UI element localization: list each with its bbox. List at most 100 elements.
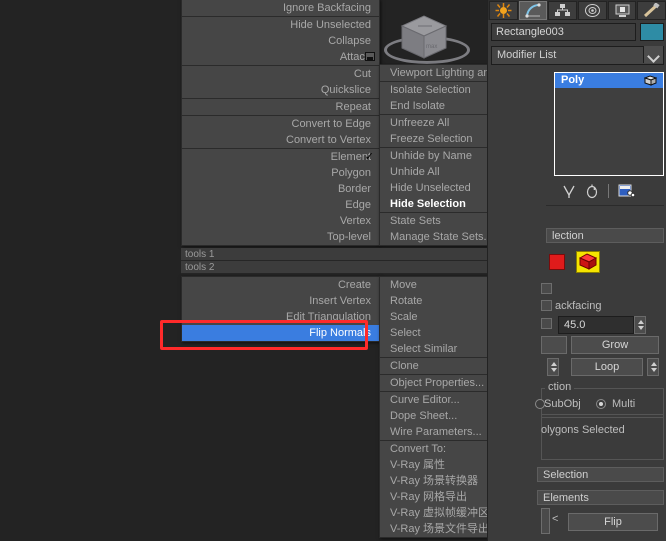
star-icon xyxy=(495,2,512,18)
svg-text:max: max xyxy=(426,44,437,50)
create-tab[interactable] xyxy=(489,0,518,20)
menu-item-label: Scale xyxy=(390,311,418,323)
grow-button[interactable]: Grow xyxy=(571,336,659,354)
checkbox-by-vertex[interactable] xyxy=(541,283,552,294)
modifier-stack-item-poly[interactable]: Poly xyxy=(555,73,663,88)
menu-item[interactable]: Hide Unselected xyxy=(182,17,379,33)
menu-item[interactable]: Create xyxy=(182,277,379,293)
angle-value-field[interactable]: 45.0 xyxy=(558,316,634,334)
edit-selection-label: Selection xyxy=(543,469,589,481)
menu-item-label: V-Ray 网格导出 xyxy=(390,491,468,503)
radio-multi[interactable] xyxy=(596,399,606,409)
utilities-tab[interactable] xyxy=(637,0,666,20)
menu-item[interactable]: Collapse xyxy=(182,33,379,49)
display-icon xyxy=(615,4,630,17)
left-menu-upper-items: Ignore Backfacing Hide Unselected Collapse… xyxy=(182,0,379,245)
menu-item[interactable]: Polygon xyxy=(182,165,379,181)
menu-item[interactable]: Flip Normals xyxy=(182,325,379,341)
modifier-list-label: Modifier List xyxy=(497,49,557,61)
subobj-label: SubObj xyxy=(544,398,581,410)
pin-stack-icon[interactable] xyxy=(562,184,576,199)
loop-spinner-left[interactable] xyxy=(547,358,559,376)
tools1-label: tools 1 xyxy=(185,249,215,260)
menu-item-label: Vertex xyxy=(339,215,371,227)
show-end-result-icon[interactable] xyxy=(585,184,599,199)
menu-item-label: Unhide by Name xyxy=(390,150,472,162)
object-name-row: Rectangle003 xyxy=(491,23,664,42)
menu-item[interactable]: Quickslice xyxy=(182,82,379,98)
command-panel: Rectangle003 Modifier List Poly lection … xyxy=(487,0,666,541)
menu-item-label: V-Ray 场景文件导出器 xyxy=(390,523,501,535)
menu-item[interactable]: Ignore Backfacing xyxy=(182,0,379,16)
command-panel-tabs[interactable] xyxy=(488,0,666,20)
flip-button[interactable]: Flip xyxy=(568,513,658,531)
menu-item[interactable]: Element ✓ xyxy=(182,149,379,165)
shrink-button[interactable] xyxy=(541,336,567,354)
menu-item-label: V-Ray 属性 xyxy=(390,459,446,471)
menu-item-label: Border xyxy=(337,183,371,195)
menu-item-label: V-Ray 场景转换器 xyxy=(390,475,479,487)
red-cube-highlight-icon[interactable] xyxy=(576,251,600,273)
quad-menu-tools-column[interactable]: Ignore Backfacing Hide Unselected Collapse… xyxy=(181,0,380,246)
menu-item[interactable]: Top-level xyxy=(182,229,379,245)
menu-item[interactable]: Attach xyxy=(182,49,379,65)
menu-item[interactable]: Convert to Edge xyxy=(182,116,379,132)
menu-item-label: Wire Parameters... xyxy=(390,426,482,438)
ignore-backfacing-label: ackfacing xyxy=(555,300,602,312)
menu-item[interactable]: Repeat xyxy=(182,99,379,115)
edit-elements-scroll-handle[interactable] xyxy=(541,508,550,534)
menu-item-label: Create xyxy=(337,279,371,291)
menu-item-label: Ignore Backfacing xyxy=(282,2,371,14)
angle-spinner[interactable] xyxy=(634,316,646,334)
menu-item[interactable]: Edit Triangulation xyxy=(182,309,379,325)
menu-item-label: Convert To: xyxy=(390,443,447,455)
checkbox-by-angle[interactable] xyxy=(541,318,552,329)
menu-item-label: Quickslice xyxy=(320,84,371,96)
menu-item-label: Isolate Selection xyxy=(390,84,471,96)
chevron-down-icon[interactable] xyxy=(643,46,663,63)
hierarchy-tab[interactable] xyxy=(548,0,578,20)
flip-row-marker: < xyxy=(552,513,559,525)
settings-dialog-icon[interactable] xyxy=(365,52,375,61)
radio-subobj[interactable] xyxy=(535,399,545,409)
modify-tab[interactable] xyxy=(518,0,548,20)
menu-item-label: Polygon xyxy=(331,167,371,179)
loop-spinner-right[interactable] xyxy=(647,358,659,376)
menu-item[interactable]: Border xyxy=(182,181,379,197)
menu-item-label: Unfreeze All xyxy=(390,117,450,129)
loop-button[interactable]: Loop xyxy=(571,358,643,376)
menu-item-label: Edge xyxy=(345,199,371,211)
motion-tab[interactable] xyxy=(578,0,607,20)
menu-item-label: Repeat xyxy=(335,101,371,113)
red-square-icon[interactable] xyxy=(549,254,565,270)
edit-elements-rollout-header[interactable]: Elements xyxy=(537,490,664,505)
check-icon: ✓ xyxy=(364,151,374,163)
menu-item-label: Convert to Edge xyxy=(291,118,372,130)
modifier-stack-toolbar[interactable] xyxy=(554,180,664,202)
menu-item[interactable]: Insert Vertex xyxy=(182,293,379,309)
selection-rollout-header[interactable]: lection xyxy=(546,228,664,243)
soft-selection-label: ction xyxy=(545,381,575,393)
menu-item-label: Convert to Vertex xyxy=(286,134,371,146)
menu-item-label: Flip Normals xyxy=(309,327,371,339)
object-color-swatch[interactable] xyxy=(640,23,664,41)
selected-info-label: olygons Selected xyxy=(541,424,625,436)
modifier-list-dropdown[interactable]: Modifier List xyxy=(491,46,664,65)
object-name-input[interactable]: Rectangle003 xyxy=(491,23,636,41)
menu-item-label: Collapse xyxy=(328,35,371,47)
quad-menu-tools2-column[interactable]: Create Insert Vertex Edit Triangulation Fli… xyxy=(181,276,380,342)
menu-item[interactable]: Cut xyxy=(182,66,379,82)
make-unique-icon[interactable] xyxy=(618,184,635,199)
edit-selection-rollout-header[interactable]: Selection xyxy=(537,467,664,482)
menu-item-label: Freeze Selection xyxy=(390,133,473,145)
checkbox-ignore-backfacing[interactable] xyxy=(541,300,552,311)
modifier-stack[interactable]: Poly xyxy=(554,72,664,176)
menu-item[interactable]: Convert to Vertex xyxy=(182,132,379,148)
menu-item-label: Edit Triangulation xyxy=(286,311,371,323)
display-tab[interactable] xyxy=(607,0,637,20)
menu-item[interactable]: Edge xyxy=(182,197,379,213)
app-window: max Ignore Backfacing Hide Unselected Coll… xyxy=(0,0,666,541)
menu-item-label: Object Properties... xyxy=(390,377,485,389)
edit-elements-label: Elements xyxy=(543,492,589,504)
menu-item[interactable]: Vertex xyxy=(182,213,379,229)
